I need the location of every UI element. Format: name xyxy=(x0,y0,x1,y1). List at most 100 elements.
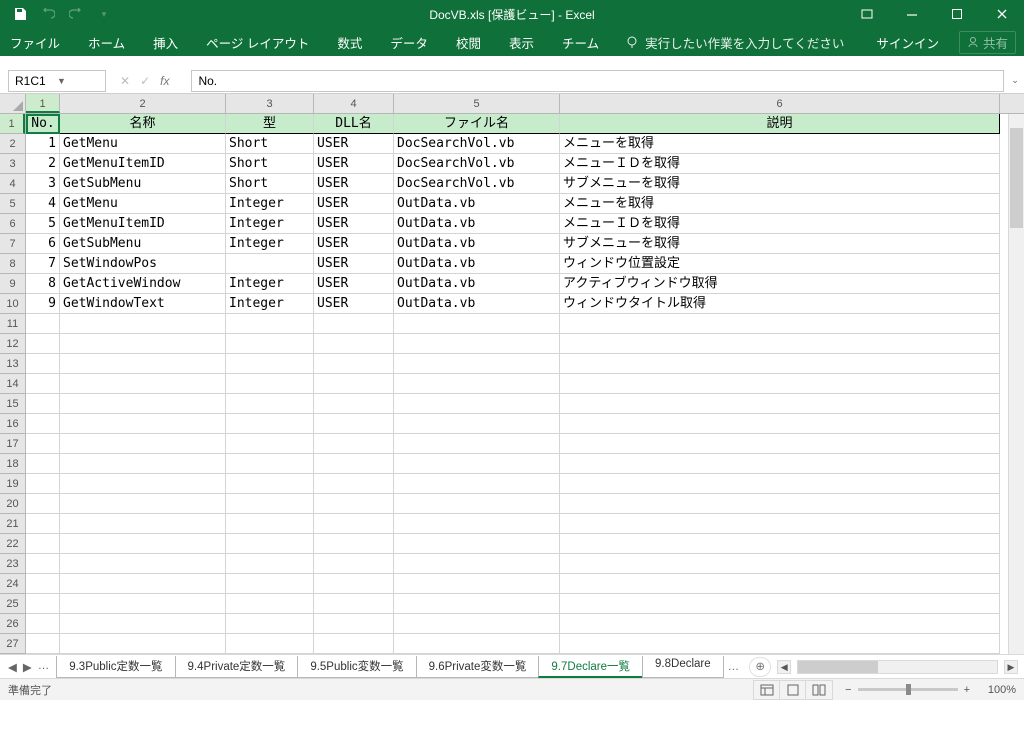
cell[interactable]: 8 xyxy=(26,274,60,294)
cell[interactable] xyxy=(314,414,394,434)
cell[interactable] xyxy=(394,374,560,394)
cell[interactable]: USER xyxy=(314,234,394,254)
row-header[interactable]: 18 xyxy=(0,454,25,474)
cell[interactable] xyxy=(314,374,394,394)
header-cell[interactable]: No. xyxy=(26,114,60,134)
redo-icon[interactable] xyxy=(64,2,88,26)
qat-customize-icon[interactable]: ▾ xyxy=(92,2,116,26)
row-header[interactable]: 15 xyxy=(0,394,25,414)
cell[interactable] xyxy=(226,634,314,654)
row-header[interactable]: 25 xyxy=(0,594,25,614)
cell[interactable] xyxy=(314,354,394,374)
cell[interactable] xyxy=(26,354,60,374)
row-header[interactable]: 6 xyxy=(0,214,25,234)
row-header[interactable]: 11 xyxy=(0,314,25,334)
cell[interactable] xyxy=(26,634,60,654)
row-header[interactable]: 8 xyxy=(0,254,25,274)
row-header[interactable]: 20 xyxy=(0,494,25,514)
cell[interactable] xyxy=(60,334,226,354)
cell[interactable] xyxy=(314,474,394,494)
cell[interactable] xyxy=(560,334,1000,354)
cell[interactable]: DocSearchVol.vb xyxy=(394,174,560,194)
sheet-tab[interactable]: 9.6Private変数一覧 xyxy=(416,656,540,678)
row-header[interactable]: 21 xyxy=(0,514,25,534)
cell[interactable] xyxy=(314,454,394,474)
cell[interactable] xyxy=(560,534,1000,554)
cell[interactable] xyxy=(560,414,1000,434)
tab-page-layout[interactable]: ページ レイアウト xyxy=(204,33,311,52)
cell[interactable]: Short xyxy=(226,134,314,154)
cell[interactable] xyxy=(314,614,394,634)
sheet-tab[interactable]: 9.8Declare xyxy=(642,656,724,678)
cell[interactable] xyxy=(226,494,314,514)
cell[interactable] xyxy=(60,454,226,474)
cell[interactable] xyxy=(314,394,394,414)
cell[interactable]: GetSubMenu xyxy=(60,234,226,254)
cell[interactable] xyxy=(560,494,1000,514)
cell[interactable]: GetWindowText xyxy=(60,294,226,314)
cell[interactable] xyxy=(26,614,60,634)
chevron-down-icon[interactable]: ▼ xyxy=(57,76,99,86)
row-header[interactable]: 27 xyxy=(0,634,25,654)
row-header[interactable]: 2 xyxy=(0,134,25,154)
cell[interactable] xyxy=(394,394,560,414)
sheet-tab[interactable]: 9.3Public定数一覧 xyxy=(56,656,175,678)
cell[interactable]: OutData.vb xyxy=(394,254,560,274)
view-normal-icon[interactable] xyxy=(754,681,780,699)
cell[interactable]: USER xyxy=(314,274,394,294)
cell[interactable] xyxy=(394,414,560,434)
cell[interactable] xyxy=(314,594,394,614)
row-header[interactable]: 19 xyxy=(0,474,25,494)
hscroll-right-icon[interactable]: ▶ xyxy=(1004,660,1018,674)
row-header[interactable]: 22 xyxy=(0,534,25,554)
cell[interactable] xyxy=(60,474,226,494)
cell[interactable] xyxy=(26,534,60,554)
share-button[interactable]: 共有 xyxy=(959,31,1016,54)
cell[interactable] xyxy=(26,334,60,354)
cell[interactable] xyxy=(394,434,560,454)
cell[interactable]: USER xyxy=(314,254,394,274)
cell[interactable] xyxy=(60,494,226,514)
zoom-slider[interactable] xyxy=(858,688,958,691)
cell[interactable] xyxy=(60,594,226,614)
cell[interactable]: 6 xyxy=(26,234,60,254)
tab-scroll-right-icon[interactable]: ▶ xyxy=(21,660,34,674)
cell[interactable]: Short xyxy=(226,154,314,174)
row-header[interactable]: 23 xyxy=(0,554,25,574)
cell[interactable]: OutData.vb xyxy=(394,234,560,254)
cell[interactable] xyxy=(226,374,314,394)
cell[interactable] xyxy=(60,434,226,454)
cell[interactable] xyxy=(394,614,560,634)
cell[interactable] xyxy=(226,334,314,354)
cell[interactable] xyxy=(226,314,314,334)
cell[interactable] xyxy=(26,414,60,434)
cell[interactable] xyxy=(226,594,314,614)
cell[interactable]: 4 xyxy=(26,194,60,214)
column-header[interactable]: 1 xyxy=(26,94,60,113)
cell[interactable] xyxy=(60,374,226,394)
cell[interactable] xyxy=(60,534,226,554)
cell[interactable]: USER xyxy=(314,194,394,214)
cell[interactable]: OutData.vb xyxy=(394,294,560,314)
cell[interactable] xyxy=(394,574,560,594)
cell[interactable] xyxy=(60,314,226,334)
cell[interactable]: ウィンドウ位置設定 xyxy=(560,254,1000,274)
zoom-out-button[interactable]: − xyxy=(845,684,851,696)
enter-formula-icon[interactable]: ✓ xyxy=(140,74,150,88)
cell[interactable]: 1 xyxy=(26,134,60,154)
cell[interactable] xyxy=(560,314,1000,334)
cell[interactable] xyxy=(60,414,226,434)
cell[interactable] xyxy=(394,494,560,514)
cell[interactable] xyxy=(394,474,560,494)
cell[interactable]: USER xyxy=(314,214,394,234)
row-header[interactable]: 13 xyxy=(0,354,25,374)
cell[interactable]: 3 xyxy=(26,174,60,194)
tab-team[interactable]: チーム xyxy=(560,33,601,52)
formula-input[interactable]: No. xyxy=(191,70,1004,92)
view-page-layout-icon[interactable] xyxy=(780,681,806,699)
cell[interactable]: Integer xyxy=(226,214,314,234)
cell[interactable] xyxy=(314,574,394,594)
row-header[interactable]: 24 xyxy=(0,574,25,594)
minimize-icon[interactable] xyxy=(889,0,934,28)
cell[interactable] xyxy=(26,454,60,474)
